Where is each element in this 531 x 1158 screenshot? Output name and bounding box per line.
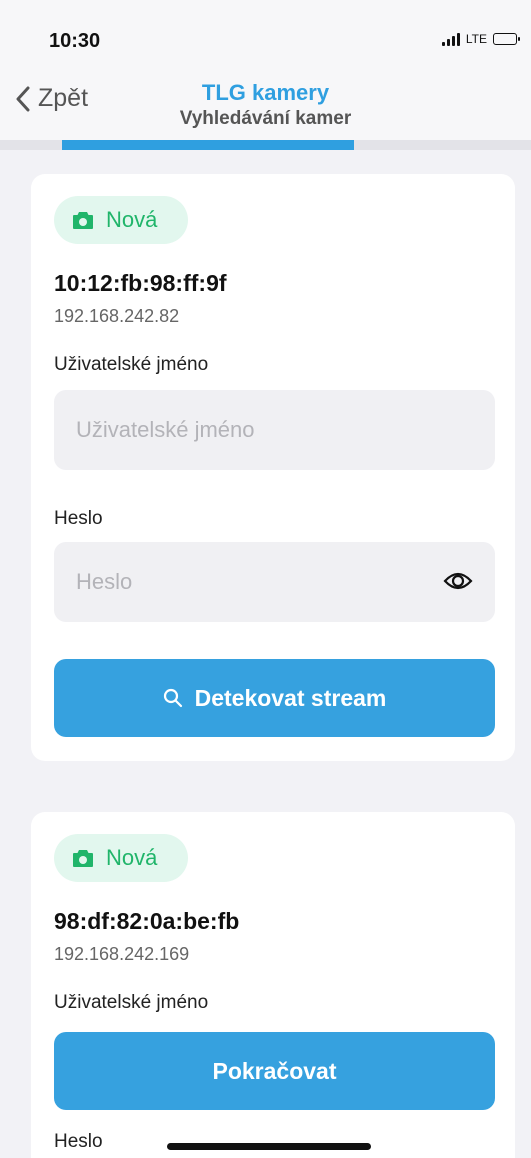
status-bar: 10:30 LTE — [0, 0, 531, 70]
camera-card: Nová 98:df:82:0a:be:fb 192.168.242.169 U… — [31, 812, 515, 1158]
camera-card: Nová 10:12:fb:98:ff:9f 192.168.242.82 Už… — [31, 174, 515, 761]
progress-fill — [62, 140, 354, 150]
camera-icon — [73, 212, 93, 229]
status-indicators: LTE — [441, 32, 520, 46]
navigation-bar: Zpět TLG kamery Vyhledávání kamer — [0, 70, 531, 140]
mac-address: 98:df:82:0a:be:fb — [54, 908, 240, 934]
progress-bar — [0, 140, 531, 150]
eye-icon[interactable] — [443, 569, 473, 593]
signal-icon — [441, 32, 460, 46]
network-label: LTE — [465, 32, 487, 46]
badge-label: Nová — [106, 845, 158, 870]
password-input[interactable]: Heslo — [54, 542, 495, 622]
battery-icon — [493, 33, 520, 45]
username-input[interactable]: Uživatelské jméno — [54, 390, 495, 470]
ip-address: 192.168.242.82 — [54, 306, 180, 326]
home-indicator — [167, 1143, 371, 1150]
password-label: Heslo — [54, 508, 103, 529]
password-placeholder: Heslo — [76, 569, 133, 594]
continue-label: Pokračovat — [212, 1057, 337, 1084]
status-time: 10:30 — [49, 30, 101, 52]
badge-label: Nová — [106, 207, 158, 232]
status-badge: Nová — [54, 196, 188, 244]
status-badge: Nová — [54, 834, 188, 882]
camera-icon — [73, 850, 93, 867]
username-label: Uživatelské jméno — [54, 354, 209, 375]
username-label: Uživatelské jméno — [54, 992, 209, 1013]
page-subtitle: Vyhledávání kamer — [179, 108, 352, 129]
detect-stream-label: Detekovat stream — [194, 684, 387, 711]
ip-address: 192.168.242.169 — [54, 944, 190, 964]
page-title: TLG kamery — [201, 80, 330, 105]
search-icon — [163, 688, 182, 708]
password-label: Heslo — [54, 1131, 103, 1152]
mac-address: 10:12:fb:98:ff:9f — [54, 270, 227, 296]
detect-stream-button[interactable]: Detekovat stream — [54, 659, 495, 737]
continue-button[interactable]: Pokračovat — [54, 1032, 495, 1110]
